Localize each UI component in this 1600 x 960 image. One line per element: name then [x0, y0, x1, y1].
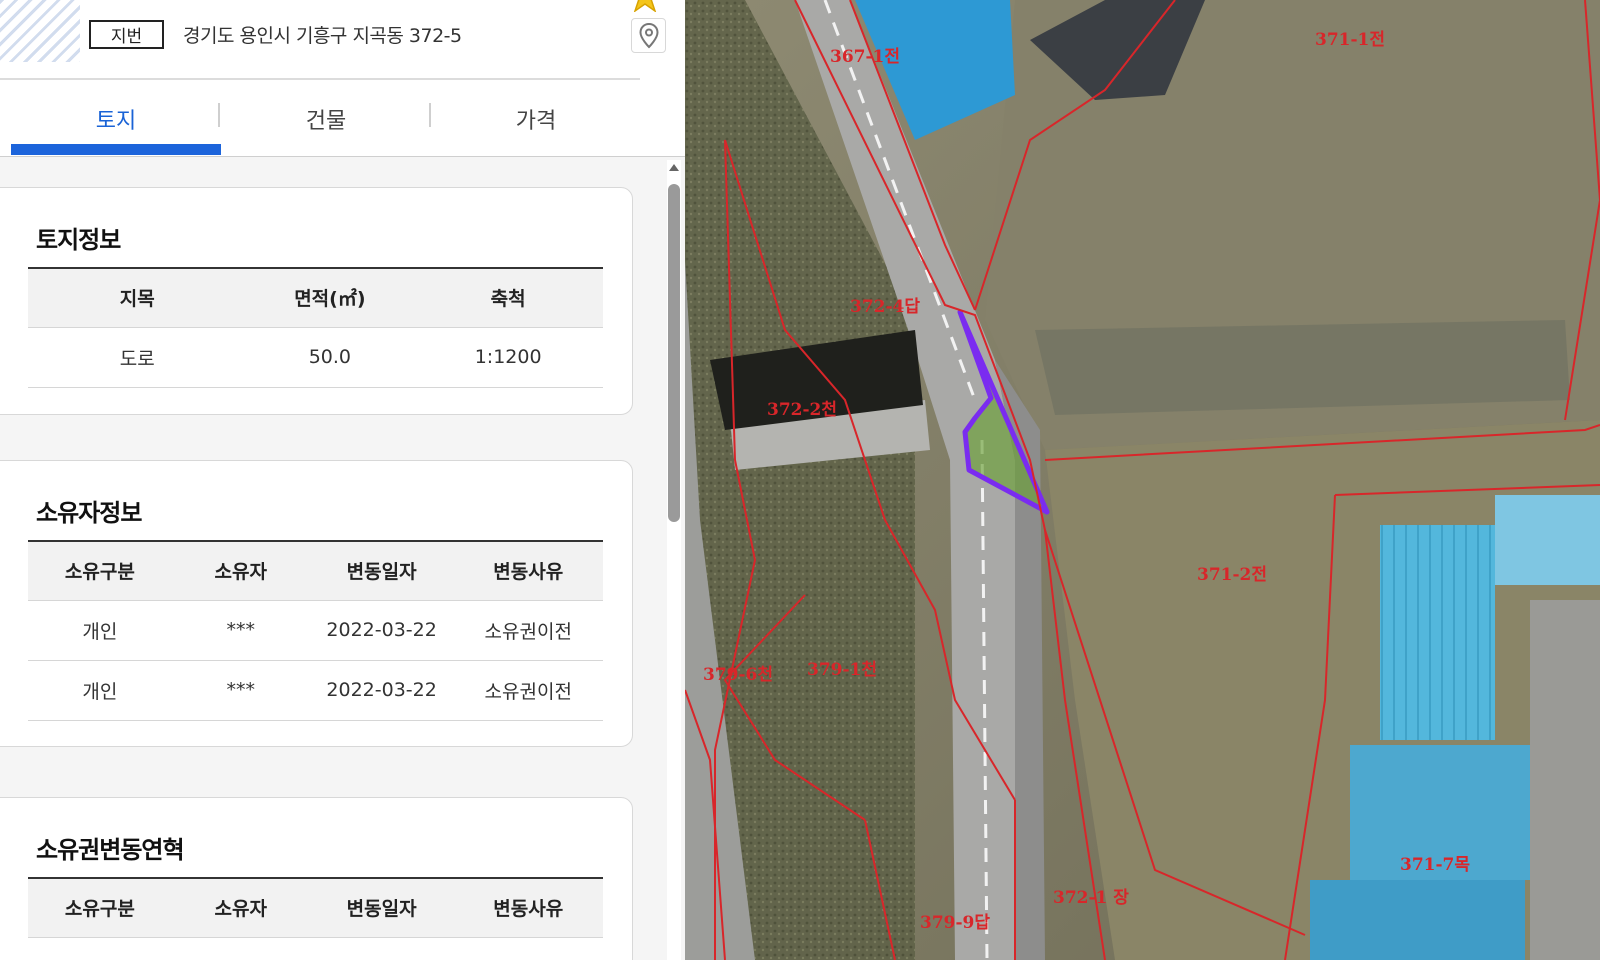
- parcel-label: 371-7목: [1400, 855, 1470, 875]
- parcel-label: 371-2전: [1197, 565, 1267, 585]
- table-cell: 소유권이전: [453, 600, 603, 661]
- table-header-row: 소유구분 소유자 변동일자 변동사유: [28, 540, 603, 601]
- table-cell: 2022-03-22: [309, 660, 454, 721]
- panel-content: 토지정보 지목 면적(㎡) 축척 도로 50.0 1:1200 소유자정보 소유…: [0, 157, 685, 960]
- parcel-label: 379-1천: [807, 660, 877, 680]
- column-header: 변동사유: [453, 540, 603, 601]
- address-bar: 지번 경기도 용인시 기흥구 지곡동 372-5: [0, 0, 640, 80]
- tab-bar: 토지 건물 가격: [0, 80, 685, 157]
- table-cell: 개인: [28, 660, 172, 721]
- table-header-row: 소유구분 소유자 변동일자 변동사유: [28, 877, 603, 938]
- table-row: 개인 *** 2022-03-22 소유권이전: [28, 600, 603, 661]
- parcel-label: 372-4답: [850, 297, 920, 317]
- info-panel: 지번 경기도 용인시 기흥구 지곡동 372-5 토지 건물 가격 토지정보 지…: [0, 0, 685, 960]
- table-cell: 2022-03-22: [309, 600, 454, 661]
- table-cell: ***: [171, 600, 310, 661]
- table-cell: 50.0: [246, 327, 414, 388]
- tab-price[interactable]: 가격: [431, 80, 641, 157]
- column-header: 변동사유: [453, 877, 603, 938]
- table-row: 개인 *** 2022-03-22 소유권이전: [28, 660, 603, 721]
- column-header: 소유자: [171, 540, 310, 601]
- column-header: 변동일자: [309, 877, 454, 938]
- column-header: 변동일자: [309, 540, 454, 601]
- card-title: 소유자정보: [36, 499, 142, 527]
- warehouse-roof: [1495, 495, 1600, 585]
- table-cell: 소유권이전: [453, 660, 603, 721]
- active-tab-indicator: [11, 144, 221, 155]
- table-cell: 도로: [28, 327, 247, 388]
- table-row: 도로 50.0 1:1200: [28, 327, 603, 388]
- location-button[interactable]: [631, 18, 666, 53]
- warehouse-roof: [1310, 880, 1525, 960]
- column-header: 축척: [413, 267, 603, 328]
- table-cell: 1:1200: [413, 327, 603, 388]
- map-pin-icon: [638, 22, 659, 48]
- parcel-label: 367-1전: [830, 47, 900, 67]
- column-header: 지목: [28, 267, 247, 328]
- parcel-label: 379-9답: [920, 913, 990, 933]
- scroll-up-arrow-icon[interactable]: [667, 160, 681, 174]
- card-title: 소유권변동연혁: [36, 836, 185, 864]
- star-icon[interactable]: [630, 0, 660, 12]
- table-cell: 개인: [28, 600, 172, 661]
- address-text: 경기도 용인시 기흥구 지곡동 372-5: [183, 25, 462, 47]
- parcel-label: 379-6천: [703, 665, 773, 685]
- column-header: 면적(㎡): [246, 267, 414, 328]
- scrollbar-thumb[interactable]: [668, 184, 680, 522]
- parcel-label: 371-1전: [1315, 30, 1385, 50]
- paved-yard: [1530, 600, 1600, 960]
- vertical-scrollbar[interactable]: [667, 160, 681, 960]
- warehouse-roof: [1380, 525, 1495, 740]
- column-header: 소유자: [171, 877, 310, 938]
- land-info-card: 토지정보 지목 면적(㎡) 축척 도로 50.0 1:1200: [0, 187, 633, 415]
- parcel-label: 372-1 장: [1053, 888, 1129, 908]
- ownership-history-table: 소유구분 소유자 변동일자 변동사유: [28, 877, 603, 938]
- land-info-table: 지목 면적(㎡) 축척 도로 50.0 1:1200: [28, 267, 603, 388]
- table-cell: ***: [171, 660, 310, 721]
- ownership-history-card: 소유권변동연혁 소유구분 소유자 변동일자 변동사유: [0, 797, 633, 960]
- parcel-label: 372-2천: [767, 400, 837, 420]
- table-header-row: 지목 면적(㎡) 축척: [28, 267, 603, 328]
- map-canvas[interactable]: 367-1전 371-1전 372-4답 372-2천 371-2전 379-6…: [685, 0, 1600, 960]
- column-header: 소유구분: [28, 540, 172, 601]
- tab-divider: [218, 103, 220, 127]
- column-header: 소유구분: [28, 877, 172, 938]
- owner-info-card: 소유자정보 소유구분 소유자 변동일자 변동사유 개인 *** 2022-03-…: [0, 460, 633, 747]
- retaining-wall: [1035, 320, 1570, 415]
- tab-building[interactable]: 건물: [221, 80, 431, 157]
- card-title: 토지정보: [36, 226, 121, 254]
- aerial-map[interactable]: 367-1전 371-1전 372-4답 372-2천 371-2전 379-6…: [685, 0, 1600, 960]
- jibun-badge: 지번: [89, 20, 164, 49]
- owner-info-table: 소유구분 소유자 변동일자 변동사유 개인 *** 2022-03-22 소유권…: [28, 540, 603, 721]
